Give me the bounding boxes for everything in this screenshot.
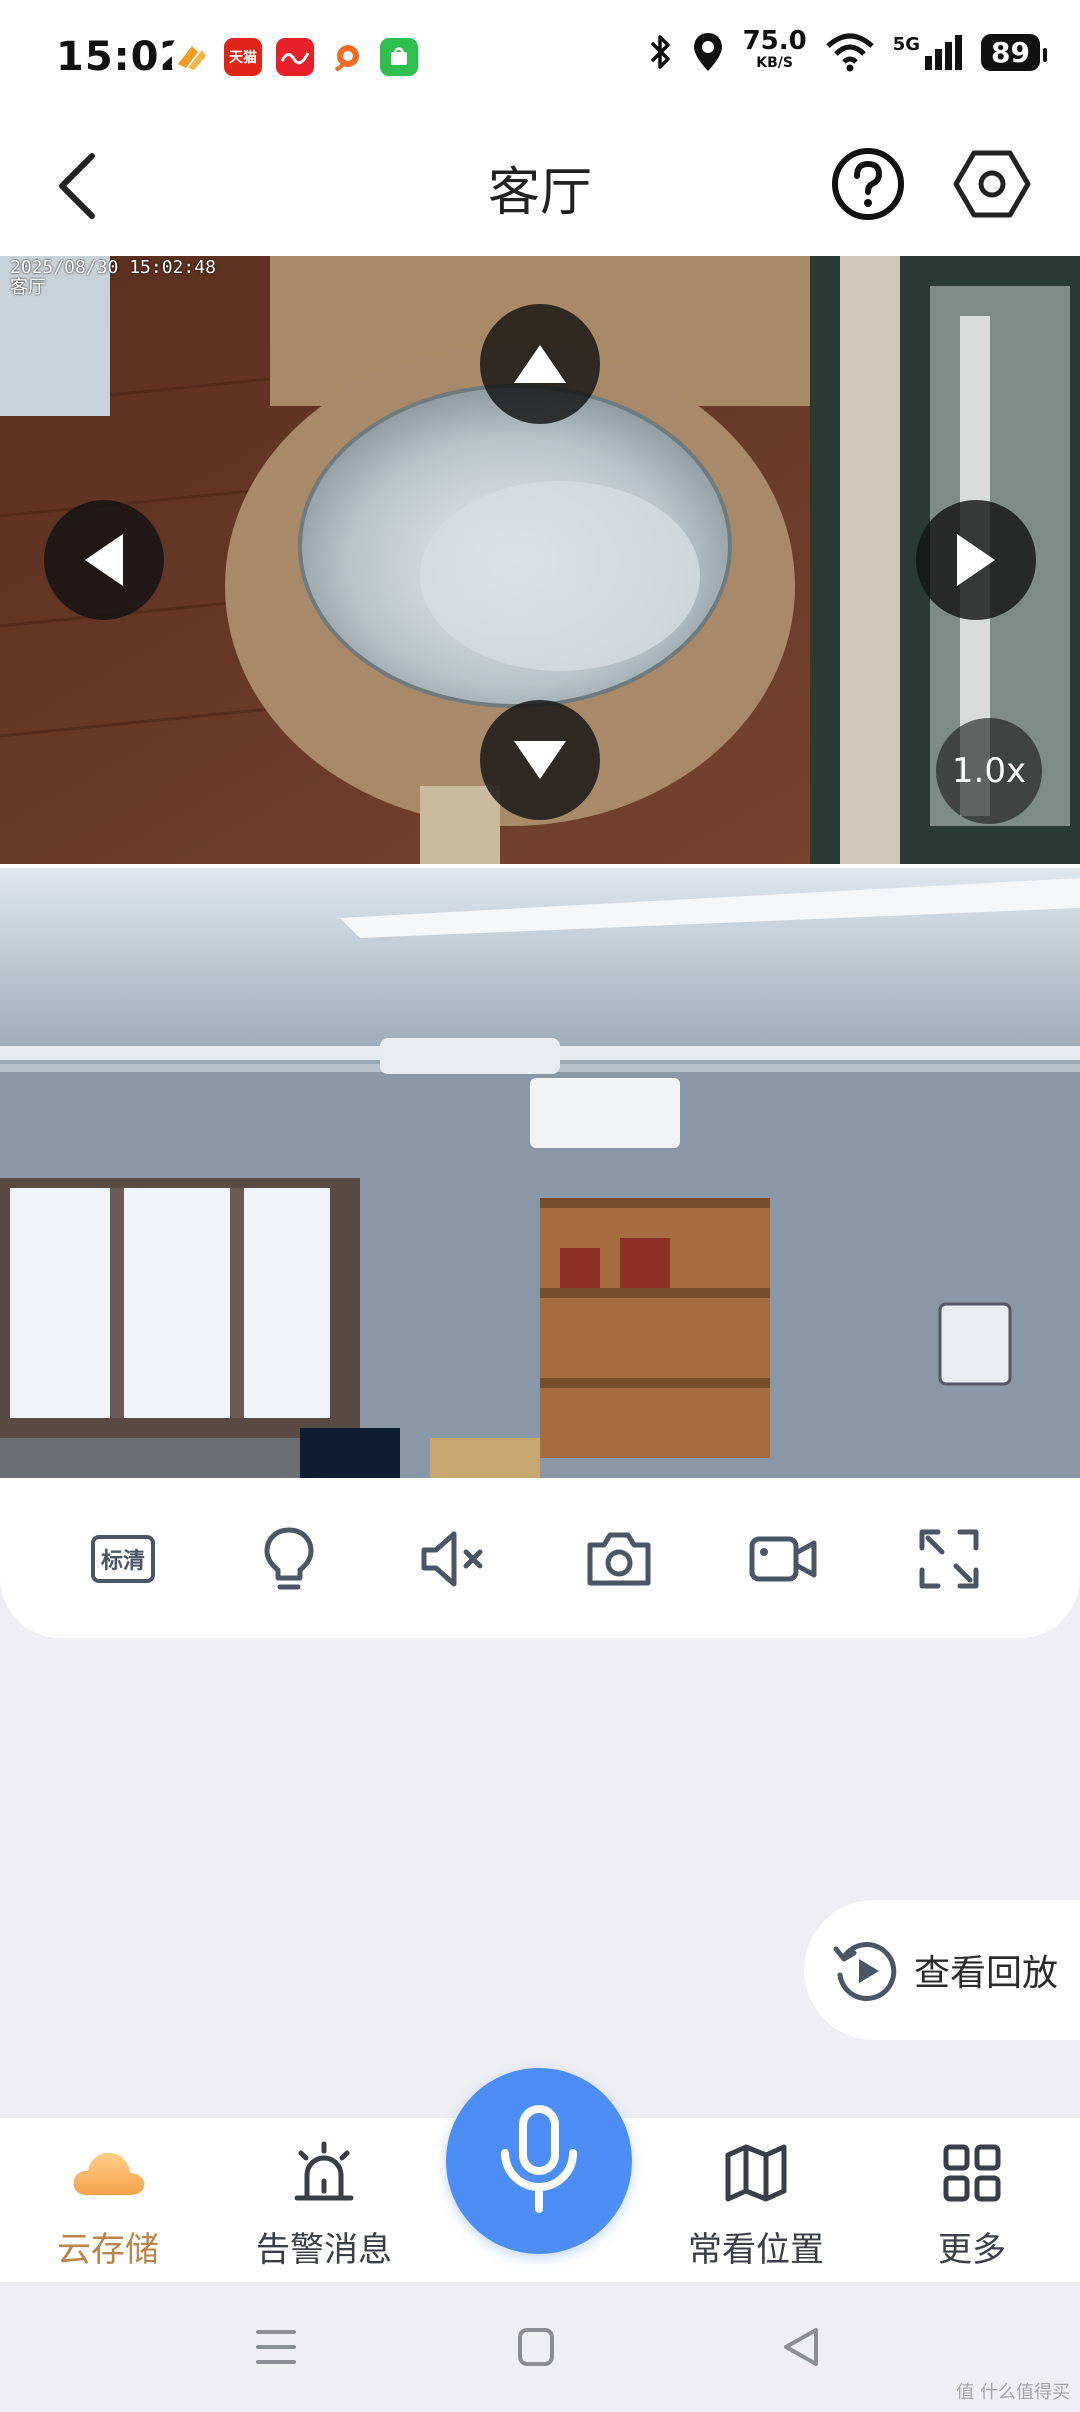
notification-app-icons: 天猫: [172, 38, 418, 76]
ptz-left-button[interactable]: [44, 500, 164, 620]
nav-cloud-storage[interactable]: 云存储: [8, 2138, 208, 2271]
network-type: 5G: [892, 34, 921, 55]
cloud-icon: [73, 2152, 145, 2195]
triangle-right-icon: [957, 534, 995, 586]
playback-label: 查看回放: [914, 1953, 1059, 1994]
battery-level: 89: [991, 35, 1030, 69]
replay-icon: [833, 1942, 897, 2001]
app-orange-fish-icon: [328, 38, 366, 76]
quality-button[interactable]: 标清: [78, 1514, 168, 1604]
speaker-muted-icon: [421, 1531, 483, 1587]
triangle-up-icon: [514, 345, 566, 383]
nav-label-cloud: 云存储: [57, 2230, 159, 2270]
ptz-up-button[interactable]: [480, 304, 600, 424]
app-orange-icon: [172, 38, 210, 76]
record-button[interactable]: [738, 1514, 828, 1604]
nav-label-more: 更多: [938, 2230, 1006, 2270]
camera-feed-image-bottom: [0, 868, 1080, 1478]
tmall-label: 天猫: [229, 50, 257, 66]
home-square-icon[interactable]: [506, 2322, 566, 2372]
nav-more[interactable]: 更多: [872, 2138, 1072, 2271]
ptz-down-button[interactable]: [480, 700, 600, 820]
nav-label-alarm: 告警消息: [256, 2230, 392, 2270]
quality-label: 标清: [90, 1535, 155, 1583]
camera-view-ptz[interactable]: 2025/08/30 15:02:48 客厅 1.0x: [0, 256, 1080, 864]
camera-toolbar: 标清: [0, 1478, 1080, 1638]
app-header: 客厅: [0, 120, 1080, 256]
camera-osd: 2025/08/30 15:02:48 客厅: [10, 258, 216, 298]
status-bar: 15:02 天猫 75.0 KB/S 5G 89: [0, 0, 1080, 120]
tmall-icon: 天猫: [224, 38, 262, 76]
cellular-signal: 5G: [893, 34, 963, 70]
triangle-down-icon: [514, 741, 566, 779]
location-icon: [693, 33, 722, 71]
camera-timestamp: 2025/08/30 15:02:48: [10, 257, 216, 278]
signal-bars-icon: [925, 35, 963, 70]
playback-button[interactable]: 查看回放: [804, 1900, 1080, 2040]
zoom-level-button[interactable]: 1.0x: [936, 718, 1042, 824]
nav-frequent-positions[interactable]: 常看位置: [656, 2138, 856, 2271]
lightbulb-icon: [264, 1527, 314, 1590]
app-green-icon: [380, 38, 418, 76]
ptz-right-button[interactable]: [916, 500, 1036, 620]
network-speed: 75.0 KB/S: [743, 28, 807, 74]
nav-label-positions: 常看位置: [688, 2230, 824, 2270]
back-triangle-icon[interactable]: [772, 2322, 832, 2372]
alarm-icon: [294, 2141, 354, 2201]
video-camera-icon: [749, 1536, 817, 1582]
mute-button[interactable]: [408, 1514, 498, 1604]
settings-hexagon-icon: [953, 150, 1031, 218]
camera-view-fixed[interactable]: [0, 868, 1080, 1478]
settings-button[interactable]: [952, 144, 1032, 224]
fullscreen-button[interactable]: [904, 1514, 994, 1604]
bluetooth-icon: [650, 35, 670, 69]
help-button[interactable]: [828, 144, 908, 224]
nav-alarm-messages[interactable]: 告警消息: [224, 2138, 424, 2271]
camera-icon: [587, 1532, 651, 1586]
fullscreen-icon: [919, 1529, 979, 1589]
camera-channel-name: 客厅: [10, 277, 46, 298]
wifi-icon: [826, 33, 874, 72]
snapshot-button[interactable]: [574, 1514, 664, 1604]
talk-microphone-button[interactable]: [446, 2068, 632, 2254]
system-navigation-bar: 值 什么值得买: [0, 2282, 1080, 2412]
status-time: 15:02: [56, 34, 189, 80]
battery-indicator: 89: [981, 33, 1047, 71]
page-title: 客厅: [487, 163, 592, 223]
microphone-icon: [501, 2105, 577, 2213]
system-icons: 75.0 KB/S 5G 89: [647, 28, 1047, 74]
watermark: 值 什么值得买: [956, 2382, 1070, 2403]
light-button[interactable]: [244, 1514, 334, 1604]
help-icon: [832, 148, 904, 220]
menu-icon[interactable]: [246, 2322, 306, 2372]
map-icon: [725, 2144, 787, 2202]
app-red-icon: [276, 38, 314, 76]
grid-icon: [943, 2144, 1001, 2202]
triangle-left-icon: [85, 534, 123, 586]
